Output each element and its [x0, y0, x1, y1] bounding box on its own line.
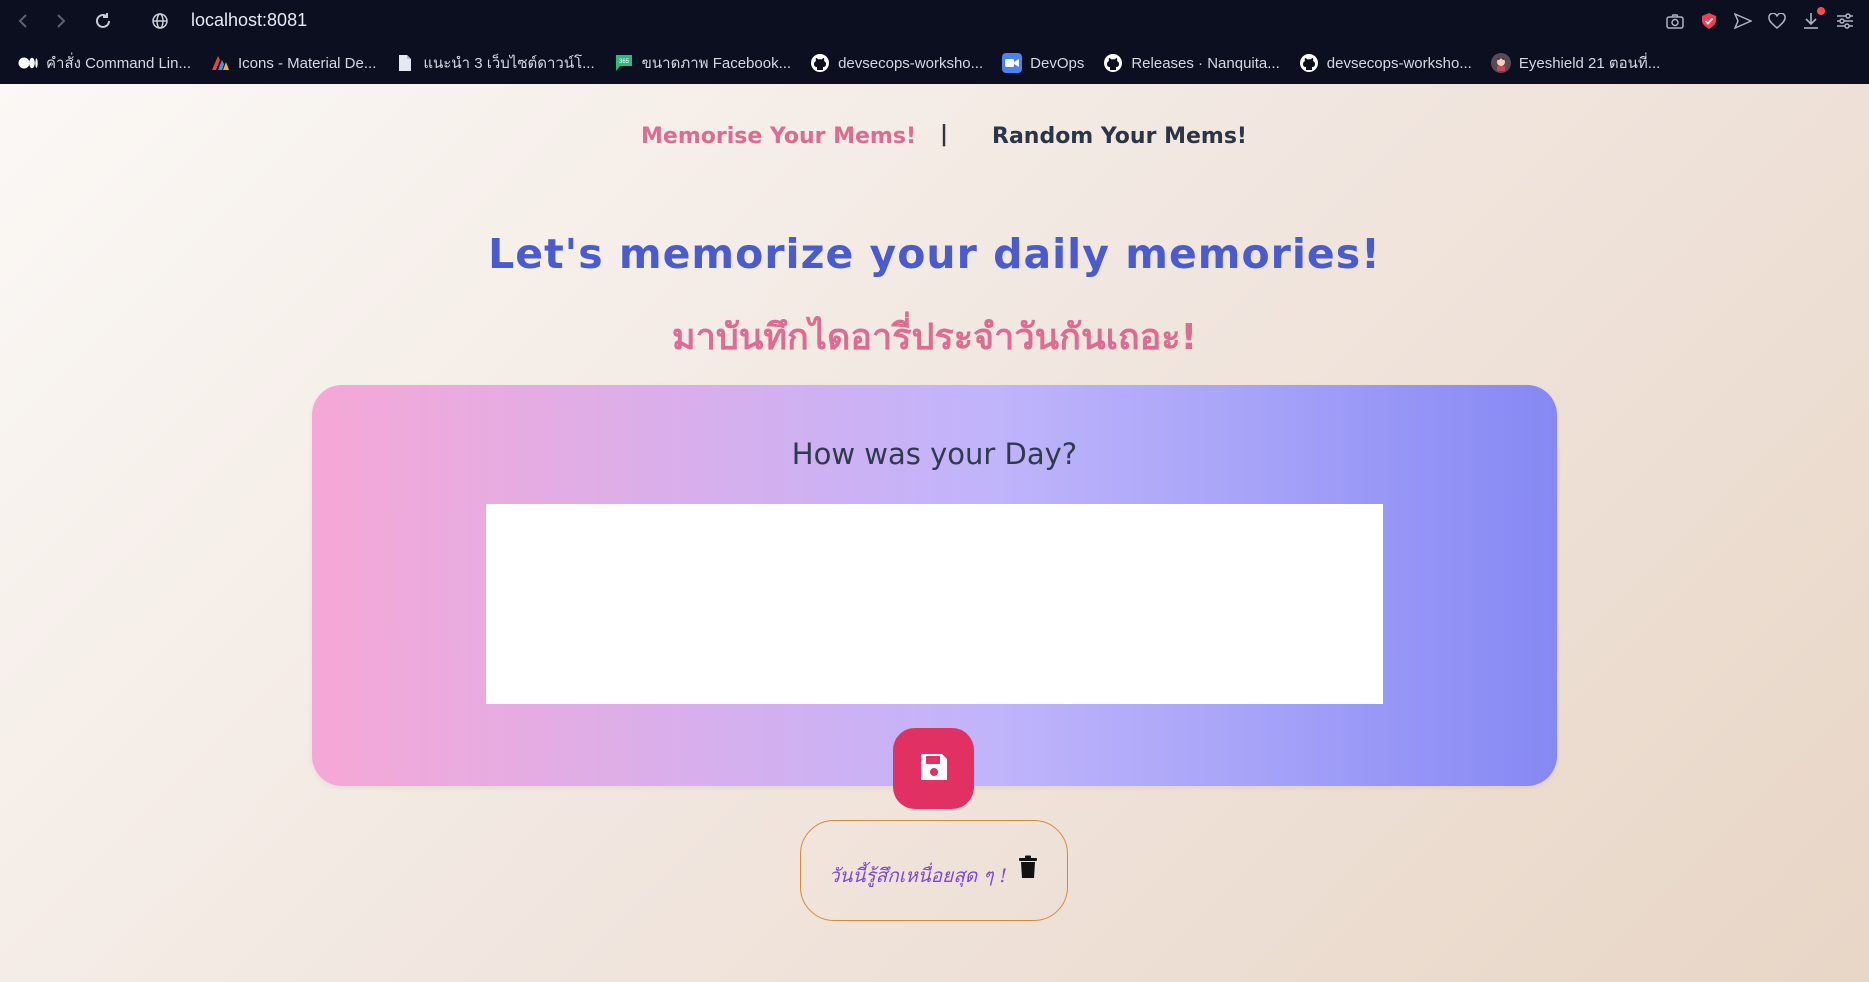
nav-link-random[interactable]: Random Your Mems!	[992, 124, 1247, 149]
nav-link-memorise[interactable]: Memorise Your Mems!	[641, 124, 916, 149]
bookmark-label: DevOps	[1030, 54, 1085, 72]
address-bar[interactable]: localhost:8081	[191, 10, 307, 31]
forward-icon[interactable]	[50, 10, 72, 32]
save-button[interactable]	[893, 728, 974, 809]
bookmarks-bar: คำสั่ง Command Lin... Icons - Material D…	[0, 42, 1869, 84]
memory-text: วันนี้รู้สึกเหนื่อยสุด ๆ !	[828, 864, 1008, 887]
send-icon[interactable]	[1731, 9, 1755, 33]
trash-icon[interactable]	[1017, 854, 1039, 880]
github-icon	[1299, 53, 1319, 73]
video-icon	[1002, 53, 1023, 73]
bookmark-item[interactable]: devsecops-worksho...	[1299, 53, 1472, 73]
bookmark-label: devsecops-worksho...	[1326, 54, 1472, 72]
svg-text:365: 365	[619, 59, 630, 65]
page-title: Let's memorize your daily memories!	[488, 230, 1381, 278]
page-content: Memorise Your Mems! | Random Your Mems! …	[0, 84, 1869, 982]
diary-card: How was your Day?	[312, 385, 1557, 786]
bookmark-label: Releases · Nanquita...	[1131, 54, 1280, 72]
bookmark-item[interactable]: DevOps	[1002, 53, 1084, 73]
page-subtitle: มาบันทึกไดอารี่ประจำวันกันเถอะ!	[671, 317, 1198, 358]
bookmark-item[interactable]: Releases · Nanquita...	[1103, 53, 1280, 73]
back-icon[interactable]	[12, 10, 34, 32]
memory-item: วันนี้รู้สึกเหนื่อยสุด ๆ !	[800, 820, 1068, 921]
site-info-icon[interactable]	[149, 10, 171, 32]
camera-icon[interactable]	[1663, 9, 1687, 33]
bookmark-label: ขนาดภาพ Facebook...	[641, 55, 792, 72]
medium-logo-icon	[18, 53, 38, 73]
nav-separator: |	[940, 122, 949, 147]
browser-actions	[1663, 7, 1857, 33]
browser-toolbar: localhost:8081	[0, 0, 1869, 42]
github-icon	[1103, 53, 1123, 73]
anime-avatar-icon	[1490, 53, 1511, 73]
bookmark-item[interactable]: แนะนำ 3 เว็บไซต์ดาวน์โ...	[395, 51, 595, 75]
settings-sliders-icon[interactable]	[1833, 9, 1857, 33]
download-icon[interactable]	[1799, 7, 1825, 33]
document-icon	[395, 53, 415, 73]
diary-textarea[interactable]	[486, 504, 1383, 704]
bookmark-label: Eyeshield 21 ตอนที่...	[1518, 55, 1661, 72]
floppy-disk-icon	[918, 751, 950, 787]
heart-icon[interactable]	[1765, 9, 1789, 33]
bookmark-item[interactable]: Icons - Material De...	[210, 53, 376, 73]
bookmark-label: แนะนำ 3 เว็บไซต์ดาวน์โ...	[423, 55, 595, 72]
card-title: How was your Day?	[791, 437, 1078, 471]
bookmark-label: คำสั่ง Command Lin...	[46, 55, 191, 72]
bookmark-item[interactable]: devsecops-worksho...	[810, 53, 983, 73]
github-icon	[810, 53, 830, 73]
bookmark-label: Icons - Material De...	[237, 54, 377, 72]
bookmark-item[interactable]: Eyeshield 21 ตอนที่...	[1490, 51, 1661, 75]
flag-logo-icon: 365	[614, 53, 634, 73]
reload-icon[interactable]	[92, 10, 114, 32]
bookmark-label: devsecops-worksho...	[838, 54, 984, 72]
shield-icon[interactable]	[1697, 9, 1721, 33]
bookmark-item[interactable]: 365 ขนาดภาพ Facebook...	[614, 51, 791, 75]
notification-dot	[1817, 7, 1825, 15]
material-logo-icon	[210, 53, 230, 73]
bookmark-item[interactable]: คำสั่ง Command Lin...	[18, 51, 191, 75]
